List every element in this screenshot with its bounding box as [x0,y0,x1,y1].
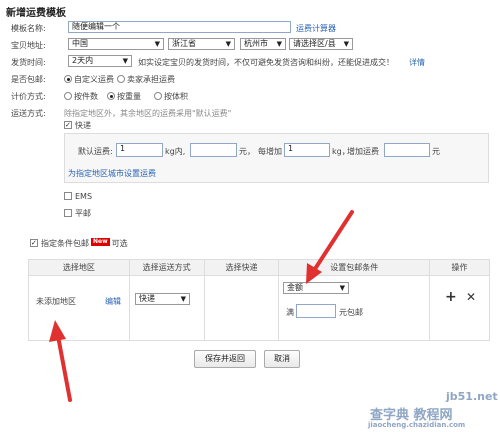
arrow-down-icon [306,210,354,284]
arrow-up-icon [49,320,72,402]
watermark-bottom: jiaocheng.chazidian.com [368,421,466,429]
watermark-top: jb51.net [446,390,498,403]
annotation-arrows [49,210,354,402]
